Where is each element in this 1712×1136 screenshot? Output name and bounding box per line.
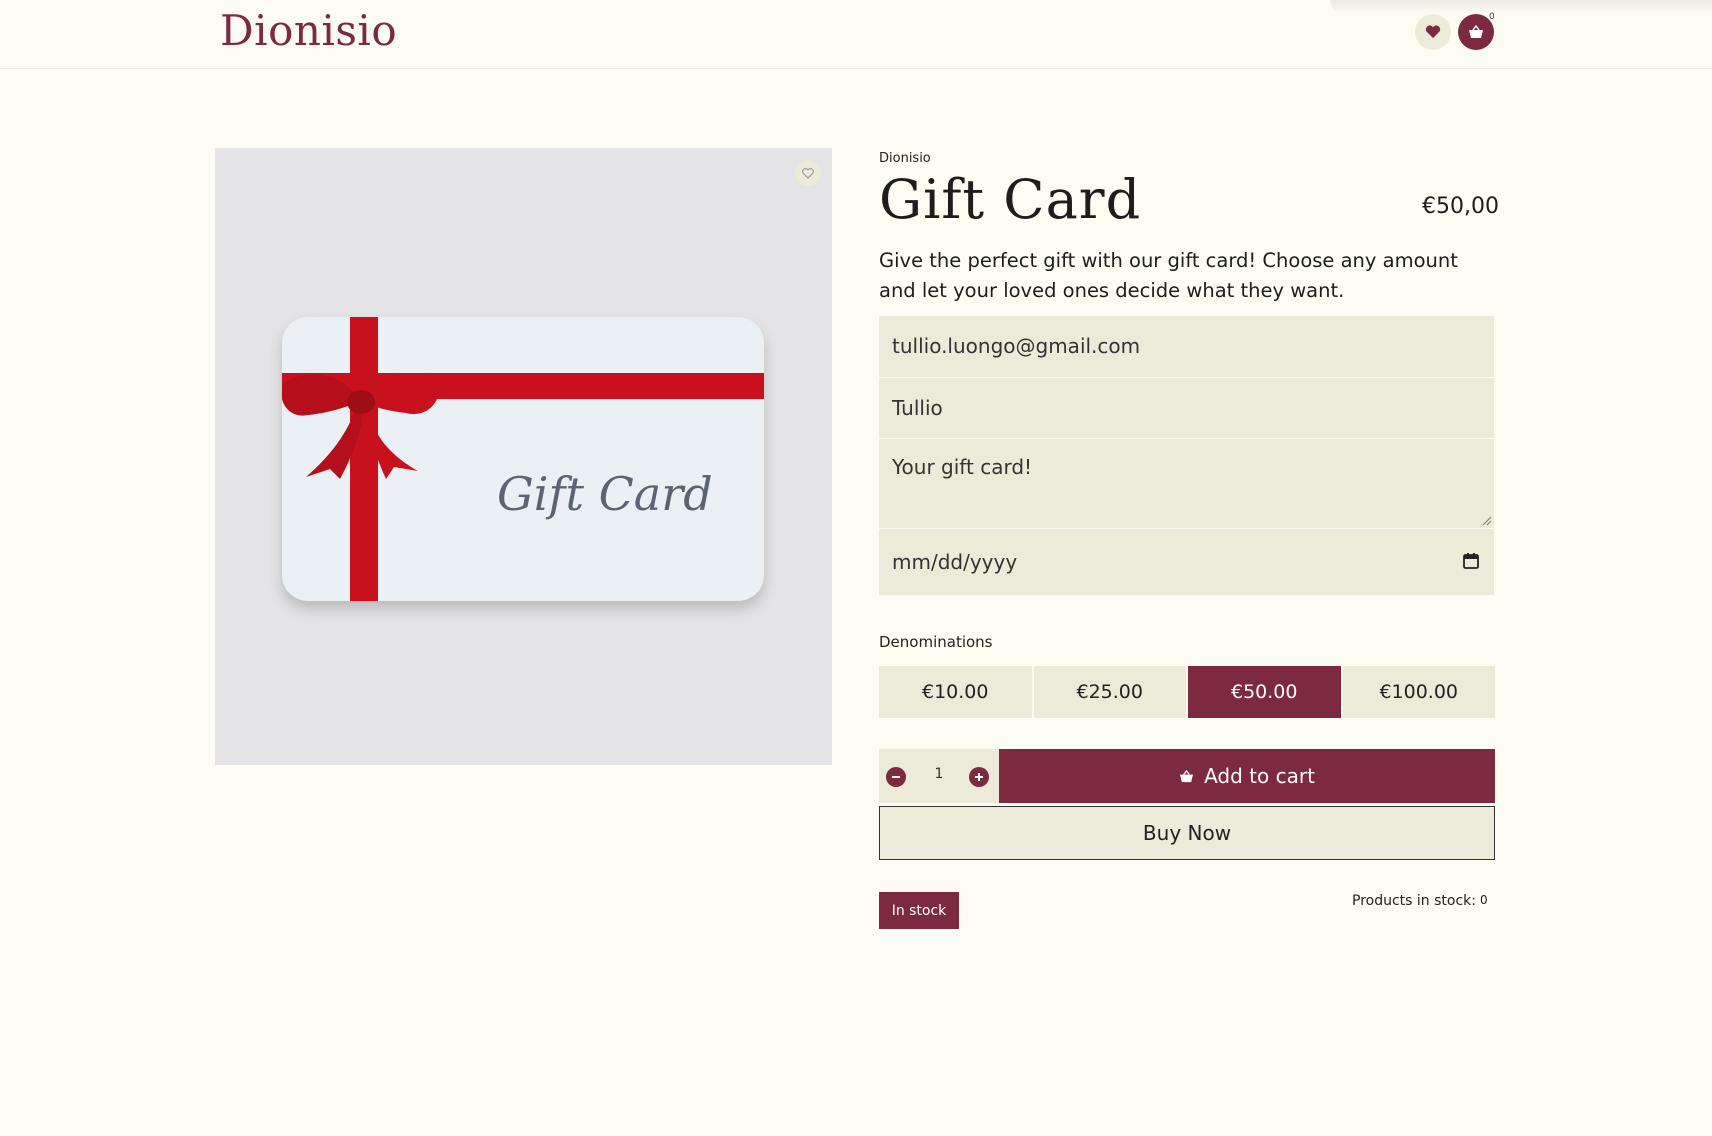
quantity-stepper: 1 bbox=[879, 749, 999, 803]
calendar-icon[interactable] bbox=[1462, 552, 1480, 570]
wishlist-button[interactable] bbox=[1415, 14, 1451, 50]
denomination-option-selected[interactable]: €50.00 bbox=[1188, 666, 1341, 718]
gift-message-text: Your gift card! bbox=[892, 455, 1033, 479]
stock-count-label: Products in stock: bbox=[1352, 893, 1476, 909]
recipient-name-field[interactable]: Tullio bbox=[879, 378, 1494, 438]
quantity-increase-button[interactable] bbox=[969, 767, 989, 787]
denomination-options: €10.00 €25.00 €50.00 €100.00 bbox=[879, 666, 1495, 718]
add-to-cart-button[interactable]: Add to cart bbox=[999, 749, 1495, 803]
image-wishlist-button[interactable] bbox=[795, 160, 821, 186]
site-logo[interactable]: Dionisio bbox=[220, 6, 397, 55]
product-title: Gift Card bbox=[879, 168, 1142, 231]
product-price: €50,00 bbox=[1422, 194, 1499, 219]
gift-message-field[interactable]: Your gift card! bbox=[879, 439, 1494, 528]
delivery-date-field[interactable]: mm/dd/yyyy bbox=[879, 529, 1494, 595]
bow-icon bbox=[282, 374, 440, 479]
product-brand[interactable]: Dionisio bbox=[879, 151, 931, 166]
stock-count-value: 0 bbox=[1480, 893, 1488, 907]
heart-icon bbox=[1425, 25, 1441, 38]
basket-icon bbox=[1469, 25, 1483, 38]
quantity-decrease-button[interactable] bbox=[886, 767, 906, 787]
minus-icon bbox=[892, 776, 900, 778]
gift-card-text: Gift Card bbox=[497, 467, 713, 521]
resize-grip-icon[interactable] bbox=[1482, 516, 1492, 526]
recipient-email-field[interactable]: tullio.luongo@gmail.com bbox=[879, 316, 1494, 377]
header-shade bbox=[1330, 0, 1712, 14]
date-placeholder: mm/dd/yyyy bbox=[892, 550, 1018, 574]
cart-count-badge: 0 bbox=[1489, 12, 1495, 22]
quantity-value[interactable]: 1 bbox=[931, 766, 947, 782]
buy-now-button[interactable]: Buy Now bbox=[879, 806, 1495, 860]
denomination-option[interactable]: €10.00 bbox=[879, 666, 1032, 718]
basket-icon bbox=[1180, 769, 1194, 782]
denomination-option[interactable]: €25.00 bbox=[1033, 666, 1186, 718]
stock-status-badge: In stock bbox=[879, 892, 959, 929]
plus-icon bbox=[975, 773, 983, 781]
heart-outline-icon bbox=[802, 167, 814, 179]
gift-card-illustration: Gift Card bbox=[282, 317, 764, 601]
add-to-cart-label: Add to cart bbox=[1204, 764, 1315, 788]
denominations-label: Denominations bbox=[879, 633, 993, 651]
denomination-option[interactable]: €100.00 bbox=[1342, 666, 1495, 718]
product-description: Give the perfect gift with our gift card… bbox=[879, 249, 1458, 302]
